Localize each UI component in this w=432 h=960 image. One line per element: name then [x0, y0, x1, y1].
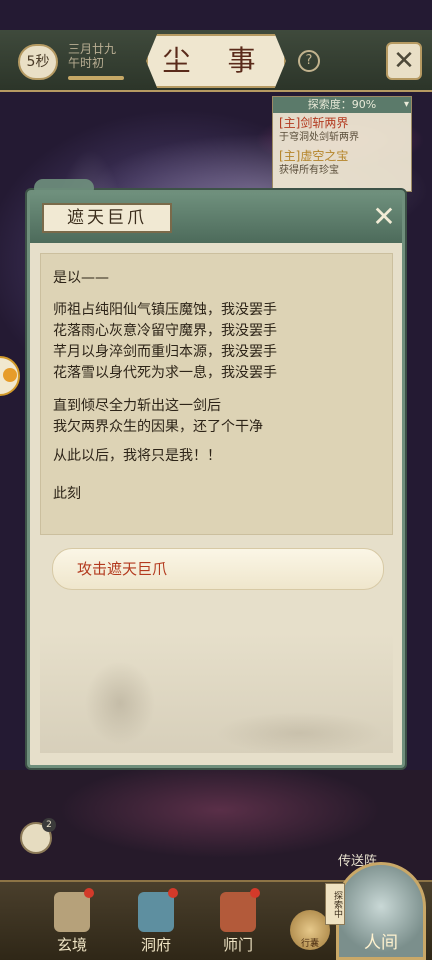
ink-landscape: [40, 633, 393, 753]
story-line: 花落雨心灰意冷留守魔界，我没罢手: [53, 323, 277, 339]
story-line: 是以——: [53, 270, 109, 286]
nav-label: 玄境: [56, 936, 87, 954]
exploring-tag: 探索中: [325, 883, 345, 925]
gamepad-icon: [3, 368, 17, 382]
story-intro: 是以——: [53, 268, 109, 289]
attack-button[interactable]: 攻击遮天巨爪: [52, 548, 384, 590]
scroll-icon: [54, 892, 90, 932]
chevron-down-icon[interactable]: ▾: [404, 97, 409, 113]
explore-progress: 探索度：90% ▾: [273, 97, 411, 113]
story-line-4: 此刻: [53, 484, 81, 505]
timer-badge: 5秒: [18, 44, 58, 80]
notification-dot: [84, 888, 94, 898]
dialog-title: 遮天巨爪: [67, 208, 147, 228]
story-stanza-2: 直到倾尽全力斩出这一剑后 我欠两界众生的因果，还了个干净: [53, 396, 263, 438]
notification-dot: [168, 888, 178, 898]
story-line: 师祖占纯阳仙气镇压魔蚀，我没罢手: [53, 302, 277, 318]
quest-title: [主]虚空之宝: [279, 149, 349, 163]
nav-xuanjing[interactable]: 玄境: [40, 888, 104, 958]
quest-panel[interactable]: 探索度：90% ▾ [主]剑斩两界 于穹洞处剑斩两界 [主]虚空之宝 获得所有珍…: [272, 96, 412, 192]
nav-dongfu[interactable]: 洞府: [124, 888, 188, 958]
dialog-title-plaque: 遮天巨爪: [42, 203, 172, 233]
bag-button[interactable]: 行囊: [290, 910, 330, 950]
quest-desc: 于穹洞处剑斩两界: [279, 132, 359, 143]
story-text-box: 是以—— 师祖占纯阳仙气镇压魔蚀，我没罢手 花落雨心灰意冷留守魔界，我没罢手 芊…: [40, 253, 393, 535]
date-hour: 午时初: [68, 56, 105, 70]
explore-label: 探索度：90%: [307, 98, 377, 111]
world-button[interactable]: 探索中 人间: [325, 862, 426, 960]
story-line: 花落雪以身代死为求一息，我没罢手: [53, 365, 277, 381]
world-label: 人间: [364, 933, 398, 953]
date-day: 三月廿九: [68, 42, 117, 56]
help-button[interactable]: ?: [298, 50, 320, 72]
notification-dot: [250, 888, 260, 898]
story-line: 此刻: [53, 486, 81, 502]
nav-label: 师门: [222, 936, 253, 954]
quest-title: [主]剑斩两界: [279, 116, 349, 130]
banner-icon: [220, 892, 256, 932]
story-stanza-1: 师祖占纯阳仙气镇压魔蚀，我没罢手 花落雨心灰意冷留守魔界，我没罢手 芊月以身淬剑…: [53, 300, 277, 384]
story-line: 直到倾尽全力斩出这一剑后: [53, 398, 221, 414]
dialog-header: 遮天巨爪 ✕: [30, 193, 402, 243]
story-line-3: 从此以后，我将只是我！！: [53, 446, 221, 467]
quest-item[interactable]: [主]剑斩两界 于穹洞处剑斩两界: [273, 113, 411, 146]
close-icon[interactable]: ✕: [386, 42, 422, 80]
time-progress-bar: [68, 76, 124, 80]
nav-shimen[interactable]: 师门: [206, 888, 270, 958]
quest-desc: 获得所有珍宝: [279, 165, 339, 176]
title-plaque: 尘 事: [146, 34, 286, 88]
bag-label: 行囊: [300, 939, 319, 949]
story-dialog: 遮天巨爪 ✕ 是以—— 师祖占纯阳仙气镇压魔蚀，我没罢手 花落雨心灰意冷留守魔界…: [27, 179, 405, 768]
quest-item[interactable]: [主]虚空之宝 获得所有珍宝: [273, 146, 411, 179]
pavilion-icon: [138, 892, 174, 932]
story-line: 芊月以身淬剑而重归本源，我没罢手: [53, 344, 277, 360]
nav-label: 洞府: [140, 936, 171, 954]
page-title: 尘 事: [162, 44, 270, 77]
story-line: 我欠两界众生的因果，还了个干净: [53, 419, 263, 435]
top-bar: 5秒 三月廿九 午时初 尘 事 ? ✕: [0, 30, 432, 92]
story-line: 从此以后，我将只是我！！: [53, 448, 221, 464]
chat-badge: 2: [42, 818, 56, 832]
close-icon[interactable]: ✕: [368, 201, 400, 233]
game-date: 三月廿九 午时初: [68, 42, 116, 70]
